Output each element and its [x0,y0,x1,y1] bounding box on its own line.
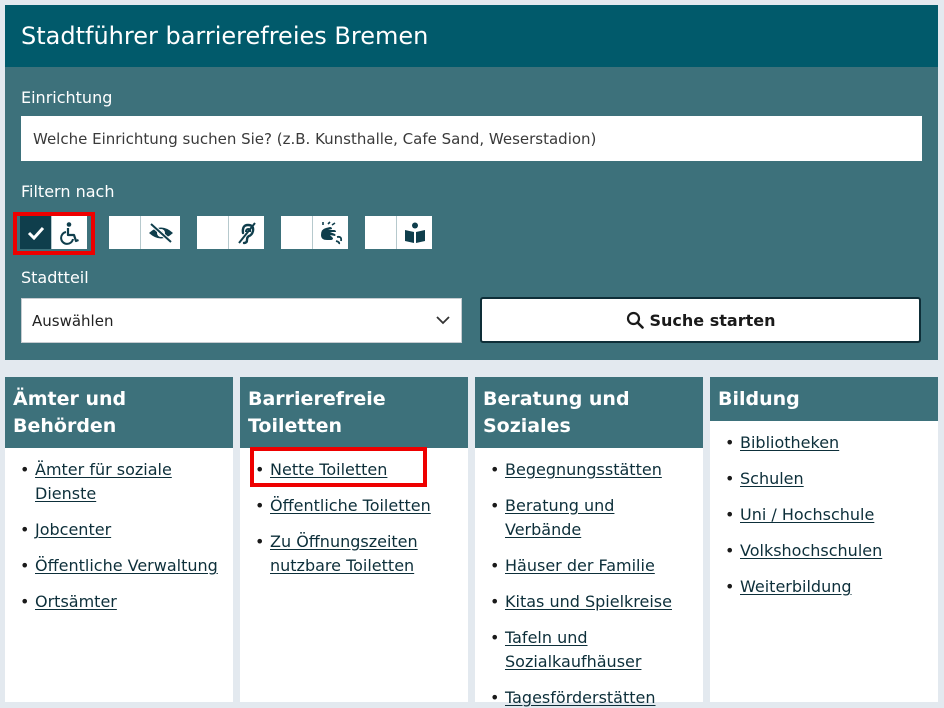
filter-hearing[interactable] [197,216,264,249]
sign-language-icon [312,216,348,249]
category-title: Ämter und Behörden [5,377,233,448]
category-link[interactable]: Begegnungsstätten [505,460,662,479]
filter-visual-checkbox[interactable] [109,216,140,249]
category-link[interactable]: Weiterbildung [740,577,852,596]
category-link[interactable]: Ämter für soziale Dienste [35,460,172,503]
search-button-label: Suche starten [649,310,776,330]
category-link[interactable]: Häuser der Familie [505,556,655,575]
filter-easy-reading-checkbox[interactable] [365,216,396,249]
list-item: Bibliotheken [722,431,930,455]
filter-sign-language-checkbox[interactable] [281,216,312,249]
list-item: Uni / Hochschule [722,503,930,527]
category-link[interactable]: Beratung und Verbände [505,496,614,539]
category-title: Beratung und Soziales [475,377,703,448]
list-item: Tagesförderstätten [487,686,695,708]
category-link[interactable]: Uni / Hochschule [740,505,874,524]
filter-hearing-checkbox[interactable] [197,216,228,249]
list-item: Häuser der Familie [487,554,695,578]
list-item: Weiterbildung [722,575,930,599]
list-item: Schulen [722,467,930,491]
category-card-social: Beratung und Soziales Begegnungsstätten … [475,377,703,708]
nette-toiletten-highlight [250,447,427,487]
category-link[interactable]: Schulen [740,469,804,488]
category-link[interactable]: Öffentliche Toiletten [270,496,431,515]
category-link[interactable]: Tagesförderstätten [505,688,656,707]
category-link[interactable]: Kitas und Spielkreise [505,592,672,611]
category-link[interactable]: Jobcenter [35,520,111,539]
category-card-authorities: Ämter und Behörden Ämter für soziale Die… [5,377,233,702]
category-link[interactable]: Volkshochschulen [740,541,882,560]
list-item: Zu Öffnungszeiten nutzbare Toiletten [252,530,460,578]
hearing-impaired-icon [228,216,264,249]
list-item: Öffentliche Verwaltung [17,554,225,578]
search-panel: Stadtführer barrierefreies Bremen Einric… [5,5,938,360]
category-title: Barrierefreie Toiletten [240,377,468,448]
district-select-value: Auswählen [32,311,114,330]
visually-impaired-icon [140,216,180,249]
category-link-list: Begegnungsstätten Beratung und Verbände … [475,448,703,708]
search-icon [626,311,644,329]
category-link-list: Ämter für soziale Dienste Jobcenter Öffe… [5,448,233,614]
header-bar: Stadtführer barrierefreies Bremen [5,5,938,67]
filter-label: Filtern nach [21,182,115,201]
filter-sign-language[interactable] [281,216,348,249]
page-title: Stadtführer barrierefreies Bremen [21,22,429,50]
category-link[interactable]: Ortsämter [35,592,117,611]
facility-search-input[interactable] [21,116,922,161]
category-card-education: Bildung Bibliotheken Schulen Uni / Hochs… [710,377,938,702]
search-button[interactable]: Suche starten [480,297,921,343]
category-card-toilets: Barrierefreie Toiletten Nette Toiletten … [240,377,468,702]
category-link[interactable]: Öffentliche Verwaltung [35,556,218,575]
list-item: Volkshochschulen [722,539,930,563]
list-item: Kitas und Spielkreise [487,590,695,614]
list-item: Begegnungsstätten [487,458,695,482]
list-item: Ämter für soziale Dienste [17,458,225,506]
category-link[interactable]: Zu Öffnungszeiten nutzbare Toiletten [270,532,418,575]
list-item: Öffentliche Toiletten [252,494,460,518]
filter-easy-reading[interactable] [365,216,432,249]
category-link-list: Bibliotheken Schulen Uni / Hochschule Vo… [710,421,938,599]
filter-visual[interactable] [109,216,180,249]
list-item: Jobcenter [17,518,225,542]
category-title: Bildung [710,377,938,421]
list-item: Beratung und Verbände [487,494,695,542]
wheelchair-filter-highlight [13,212,95,255]
district-select[interactable]: Auswählen [21,298,462,343]
district-label: Stadtteil [21,268,89,287]
category-link[interactable]: Tafeln und Sozialkaufhäuser [505,628,641,671]
list-item: Tafeln und Sozialkaufhäuser [487,626,695,674]
chevron-down-icon [435,313,451,329]
category-link[interactable]: Bibliotheken [740,433,839,452]
list-item: Ortsämter [17,590,225,614]
easy-reading-icon [396,216,432,249]
facility-label: Einrichtung [21,88,113,107]
